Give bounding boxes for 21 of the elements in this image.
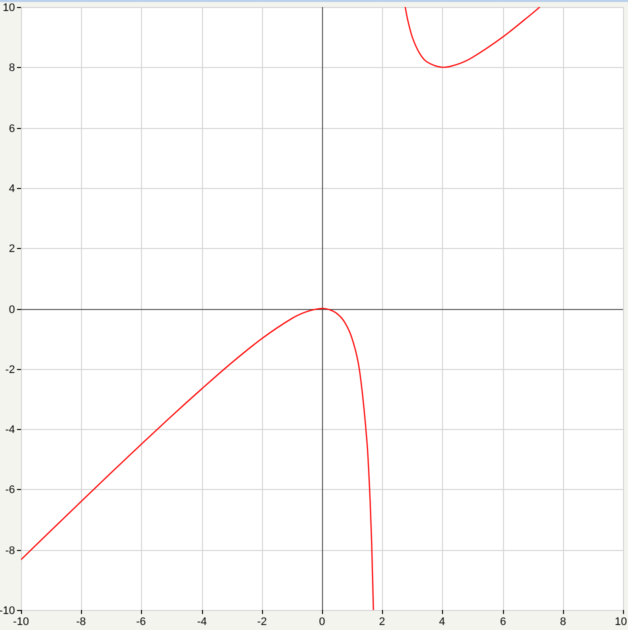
x-tick-label: 2 xyxy=(378,616,386,627)
x-tick-label: -6 xyxy=(136,616,146,627)
y-tick-label: 6 xyxy=(8,123,15,135)
y-tick-label: -2 xyxy=(5,364,15,376)
x-tick-label: -4 xyxy=(197,616,207,627)
x-tick-label: -10 xyxy=(13,616,29,627)
x-tick-label: -2 xyxy=(257,616,267,627)
x-tick-label: 8 xyxy=(560,616,566,627)
y-tick-label: 2 xyxy=(8,243,15,255)
y-tick-label: 8 xyxy=(8,62,15,74)
x-tick-label: 4 xyxy=(438,616,446,627)
x-tick-label: 6 xyxy=(500,616,506,627)
y-tick-label: 0 xyxy=(8,304,15,316)
x-tick-label: 0 xyxy=(318,616,326,627)
y-tick-label: 10 xyxy=(2,2,15,14)
x-tick-label: 10 xyxy=(614,616,627,627)
y-tick-label: -4 xyxy=(5,424,15,436)
y-tick-label: -6 xyxy=(5,484,15,496)
y-tick-label: -8 xyxy=(5,545,15,557)
y-tick-label: 4 xyxy=(8,183,15,195)
x-tick-label: -8 xyxy=(76,616,86,627)
